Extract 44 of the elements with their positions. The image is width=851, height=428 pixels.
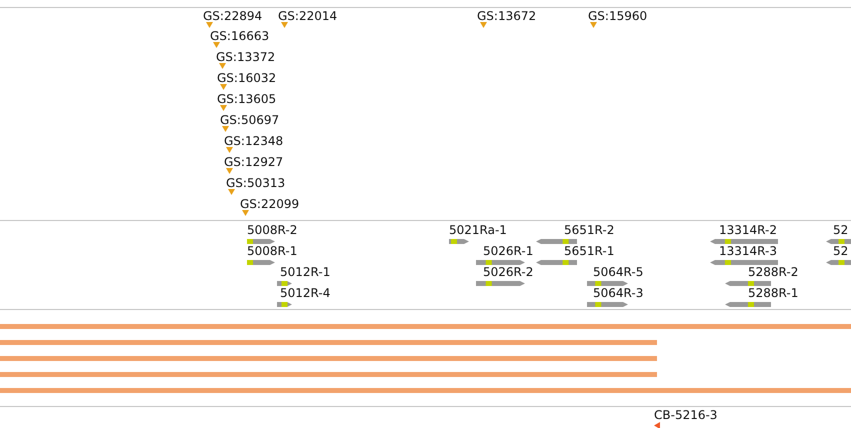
transcript-label: 5651R-2 <box>564 223 614 237</box>
marker-label: GS:12348 <box>224 134 284 148</box>
marker-label: GS:50697 <box>220 113 280 127</box>
marker-triangle-icon <box>480 22 487 28</box>
transcript-label: 5288R-1 <box>748 286 798 300</box>
marker-triangle-icon <box>281 22 288 28</box>
marker-triangle-icon <box>226 168 233 174</box>
marker-triangle-icon <box>242 210 249 216</box>
marker-triangle-icon <box>226 147 233 153</box>
marker-label: GS:15960 <box>588 9 648 23</box>
marker-triangle-icon <box>590 22 597 28</box>
marker-triangle-icon <box>222 126 229 132</box>
feature-label: CB-5216-3 <box>654 408 718 422</box>
marker-triangle-icon <box>213 42 220 48</box>
transcript-label: 52 <box>833 244 848 258</box>
transcript-label: 5026R-1 <box>483 244 534 258</box>
marker-triangle-icon <box>220 105 227 111</box>
marker-label: GS:12927 <box>224 155 284 169</box>
marker-label: GS:50313 <box>226 176 286 190</box>
transcript-label: 5026R-2 <box>483 265 534 279</box>
transcript-label: 52 <box>833 223 848 237</box>
transcript-label: 5008R-1 <box>247 244 298 258</box>
marker-triangle-icon <box>228 189 235 195</box>
marker-label: GS:13372 <box>216 50 276 64</box>
transcript-label: 13314R-3 <box>719 244 777 258</box>
transcript-label: 13314R-2 <box>719 223 777 237</box>
transcript-label: 5012R-4 <box>280 286 330 300</box>
marker-triangle-icon <box>219 63 226 69</box>
transcript-label: 5012R-1 <box>280 265 330 279</box>
marker-label: GS:13605 <box>217 92 276 106</box>
transcript-label: 5008R-2 <box>247 223 298 237</box>
marker-triangle-icon <box>206 22 213 28</box>
marker-label: GS:13672 <box>477 9 536 23</box>
marker-label: GS:22894 <box>203 9 262 23</box>
marker-label: GS:16663 <box>210 29 270 43</box>
marker-label: GS:16032 <box>217 71 276 85</box>
transcript-label: 5021Ra-1 <box>449 223 507 237</box>
marker-triangle-icon <box>220 84 227 90</box>
marker-label: GS:22014 <box>278 9 338 23</box>
marker-label: GS:22099 <box>240 197 300 211</box>
transcript-label: 5064R-5 <box>593 265 644 279</box>
transcript-label: 5064R-3 <box>593 286 644 300</box>
transcript-label: 5288R-2 <box>748 265 798 279</box>
transcript-label: 5651R-1 <box>564 244 614 258</box>
